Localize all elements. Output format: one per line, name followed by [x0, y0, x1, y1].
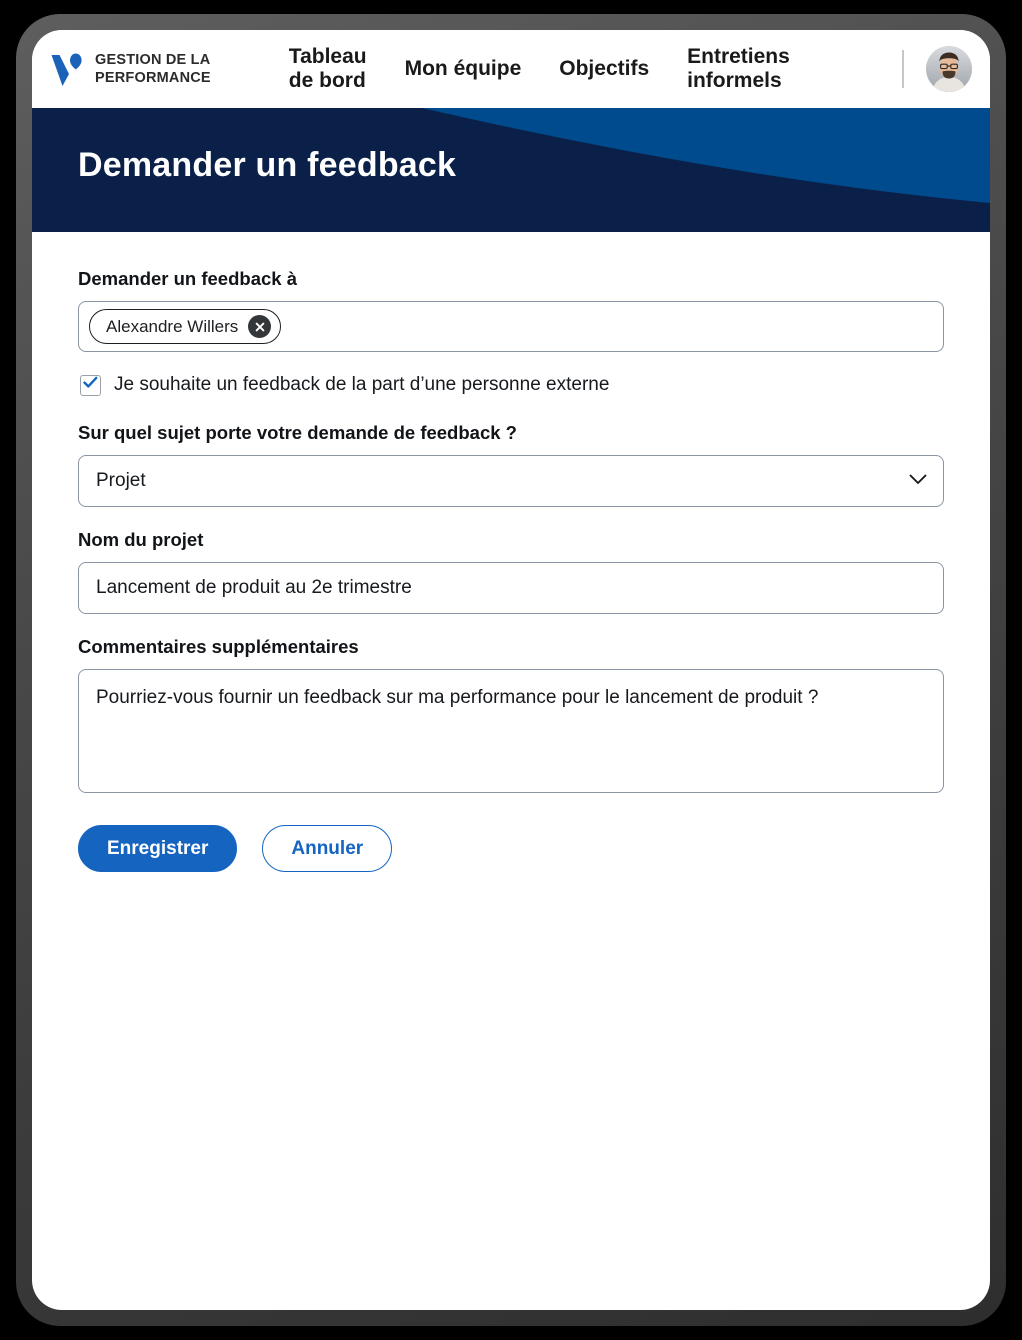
- page-hero-banner: Demander un feedback: [32, 108, 990, 232]
- external-feedback-label[interactable]: Je souhaite un feedback de la part d’une…: [114, 374, 609, 396]
- close-icon[interactable]: [248, 315, 272, 338]
- project-label: Nom du projet: [78, 529, 204, 550]
- comments-value: Pourriez-vous fournir un feedback sur ma…: [96, 687, 819, 708]
- comments-field-group: Commentaires supplémentaires Pourriez-vo…: [78, 636, 944, 793]
- recipient-field-group: Demander un feedback à Alexandre Willers: [78, 268, 944, 352]
- subject-field-group: Sur quel sujet porte votre demande de fe…: [78, 422, 944, 507]
- nav-item-entretiens-informels[interactable]: Entretiens informels: [687, 45, 790, 92]
- project-name-value: Lancement de produit au 2e trimestre: [96, 577, 412, 598]
- save-button[interactable]: Enregistrer: [78, 825, 238, 872]
- subject-select-value: Projet: [96, 470, 146, 491]
- external-feedback-checkbox[interactable]: [80, 374, 101, 396]
- check-icon: [83, 376, 98, 394]
- feedback-request-form: Demander un feedback à Alexandre Willers: [32, 232, 990, 872]
- subject-select[interactable]: Projet: [78, 455, 944, 507]
- nav-item-mon-equipe[interactable]: Mon équipe: [405, 57, 522, 81]
- brand-logo-group[interactable]: GESTION DE LA PERFORMANCE: [50, 50, 211, 88]
- recipient-chip-label: Alexandre Willers: [106, 316, 239, 336]
- top-navigation-bar: GESTION DE LA PERFORMANCE Tableau de bor…: [32, 30, 990, 108]
- recipient-chip[interactable]: Alexandre Willers: [89, 309, 282, 344]
- recipient-input[interactable]: Alexandre Willers: [78, 301, 944, 352]
- form-actions: Enregistrer Annuler: [78, 825, 944, 872]
- cancel-button[interactable]: Annuler: [262, 825, 393, 872]
- nav-divider: [902, 50, 904, 88]
- nav-item-tableau-de-bord[interactable]: Tableau de bord: [289, 45, 367, 92]
- subject-select-wrapper: Projet: [78, 455, 944, 507]
- v-logo-icon: [50, 50, 84, 88]
- comments-label: Commentaires supplémentaires: [78, 636, 359, 657]
- brand-name: GESTION DE LA PERFORMANCE: [95, 51, 211, 86]
- nav-right-group: [902, 46, 976, 92]
- avatar[interactable]: [926, 46, 972, 92]
- subject-label: Sur quel sujet porte votre demande de fe…: [78, 422, 517, 443]
- device-screen: GESTION DE LA PERFORMANCE Tableau de bor…: [32, 30, 990, 1310]
- recipient-label: Demander un feedback à: [78, 268, 297, 289]
- page-title: Demander un feedback: [78, 146, 457, 184]
- external-feedback-row[interactable]: Je souhaite un feedback de la part d’une…: [80, 374, 944, 396]
- nav-links: Tableau de bord Mon équipe Objectifs Ent…: [289, 45, 790, 92]
- comments-textarea[interactable]: Pourriez-vous fournir un feedback sur ma…: [78, 669, 944, 793]
- project-field-group: Nom du projet Lancement de produit au 2e…: [78, 529, 944, 614]
- project-name-input[interactable]: Lancement de produit au 2e trimestre: [78, 562, 944, 614]
- device-frame: GESTION DE LA PERFORMANCE Tableau de bor…: [16, 14, 1006, 1326]
- nav-item-objectifs[interactable]: Objectifs: [559, 57, 649, 81]
